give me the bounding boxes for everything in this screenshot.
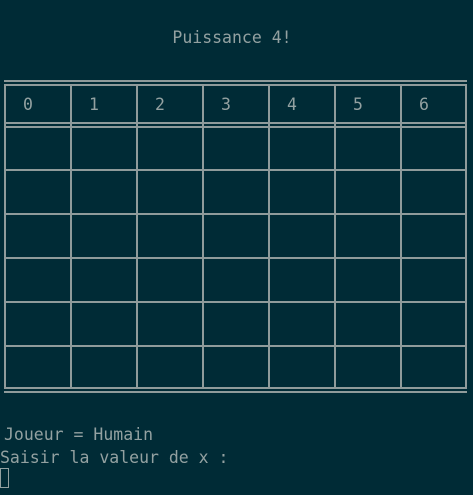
game-title: Puissance 4! xyxy=(172,28,292,47)
row-separator xyxy=(4,257,467,259)
board-top-border-inner xyxy=(4,84,467,86)
header-separator xyxy=(4,122,467,124)
row-separator xyxy=(4,345,467,347)
column-divider xyxy=(268,84,270,389)
column-label-5: 5 xyxy=(353,95,363,114)
column-divider xyxy=(465,84,467,389)
board-bottom-border xyxy=(4,387,467,389)
board-top-border xyxy=(4,80,467,82)
row-separator xyxy=(4,169,467,171)
column-divider xyxy=(4,84,6,389)
column-label-0: 0 xyxy=(23,95,33,114)
input-prompt: Saisir la valeur de x : xyxy=(0,448,229,467)
row-separator xyxy=(4,213,467,215)
current-player: Joueur = Humain xyxy=(4,425,154,444)
column-label-6: 6 xyxy=(419,95,429,114)
column-divider xyxy=(70,84,72,389)
row-separator xyxy=(4,301,467,303)
column-divider xyxy=(136,84,138,389)
board-bottom-border-outer xyxy=(4,391,467,393)
terminal-window: Puissance 4! 0 1 2 3 4 5 6 Joueur = Huma… xyxy=(0,0,473,495)
column-label-2: 2 xyxy=(155,95,165,114)
header-separator-inner xyxy=(4,126,467,128)
game-board: 0 1 2 3 4 5 6 xyxy=(4,80,467,393)
column-label-4: 4 xyxy=(287,95,297,114)
column-divider xyxy=(400,84,402,389)
input-cursor[interactable] xyxy=(0,468,9,488)
column-divider xyxy=(334,84,336,389)
column-divider xyxy=(202,84,204,389)
column-label-3: 3 xyxy=(221,95,231,114)
column-label-1: 1 xyxy=(89,95,99,114)
